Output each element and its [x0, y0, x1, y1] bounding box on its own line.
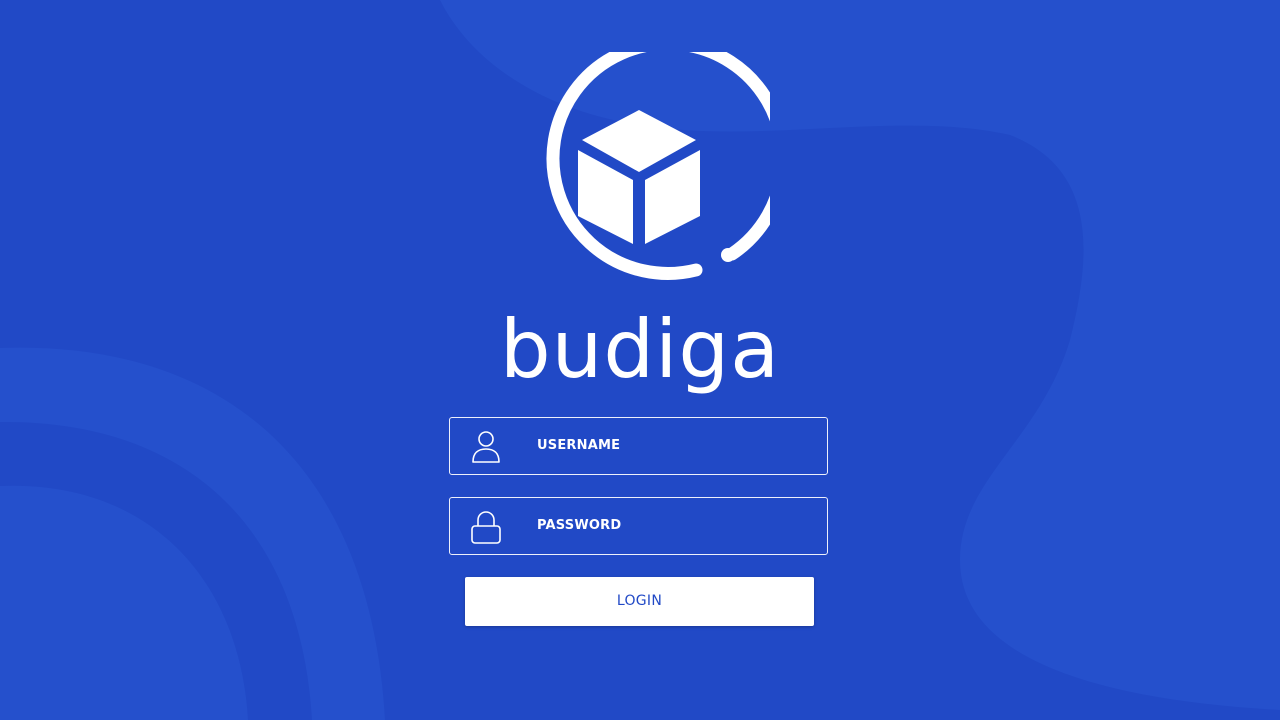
login-screen: budiga USERNAME PASSWORD LOGIN: [0, 0, 1280, 720]
cube-in-ring-logo-icon: [546, 52, 770, 280]
username-placeholder: USERNAME: [537, 438, 621, 453]
username-field[interactable]: USERNAME: [449, 417, 828, 475]
password-field[interactable]: PASSWORD: [449, 497, 828, 555]
lock-icon: [471, 511, 501, 544]
password-placeholder: PASSWORD: [537, 518, 622, 533]
brand-name: budiga: [499, 303, 781, 396]
user-icon: [472, 431, 500, 463]
login-button[interactable]: LOGIN: [465, 577, 814, 626]
